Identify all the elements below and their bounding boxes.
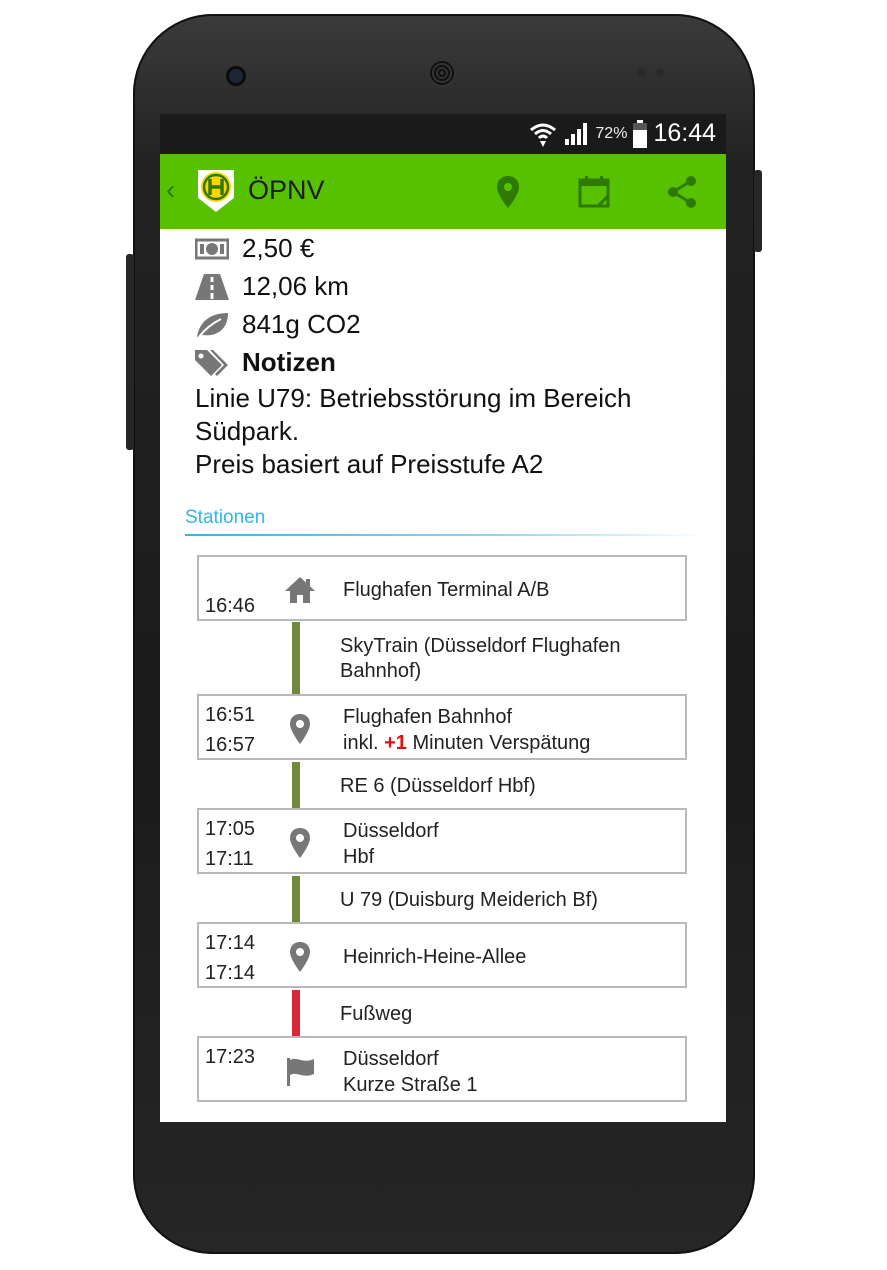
station-stop[interactable]: 17:05 17:11 Düsseldorf Hbf <box>197 808 687 874</box>
station-stop[interactable]: 16:51 16:57 Flughafen Bahnhof inkl. +1 M… <box>197 694 687 760</box>
leg-label: RE 6 (Düsseldorf Hbf) <box>340 774 536 799</box>
price-value: 2,50 € <box>242 233 315 263</box>
leg-segment: Fußweg <box>160 990 726 1038</box>
station-name-line: Flughafen Bahnhof <box>343 706 513 728</box>
battery-percent: 72% <box>595 124 628 142</box>
notes-text: Linie U79: Betriebsstörung im Bereich Sü… <box>195 382 695 481</box>
signal-icon <box>565 122 588 145</box>
volume-button <box>126 254 134 450</box>
map-pin-icon[interactable] <box>488 172 528 212</box>
arrival-time: 17:14 <box>205 932 256 954</box>
map-marker-icon <box>290 828 310 858</box>
leg-label-line: Fußweg <box>340 1003 413 1025</box>
banknote-icon <box>194 234 230 264</box>
leg-color-bar <box>292 876 300 924</box>
leg-label: SkyTrain (Düsseldorf Flughafen Bahnhof) <box>340 634 621 684</box>
flag-icon <box>287 1058 314 1086</box>
notes-line: Linie U79: Betriebsstörung im Bereich <box>195 383 632 413</box>
notes-line: Südpark. <box>195 416 300 446</box>
status-bar: 72% 16:44 <box>160 114 726 154</box>
action-bar: ‹ ÖPNV <box>160 154 726 229</box>
station-name: Heinrich-Heine-Allee <box>343 944 526 970</box>
co2-row: 841g CO2 <box>194 309 361 340</box>
distance-value: 12,06 km <box>242 271 349 301</box>
leg-color-bar <box>292 990 300 1038</box>
leg-segment: SkyTrain (Düsseldorf Flughafen Bahnhof) <box>160 622 726 696</box>
stations-section-title: Stationen <box>185 507 266 528</box>
departure-time: 16:46 <box>205 595 256 617</box>
arrival-time: 17:05 <box>205 818 256 840</box>
tags-icon <box>194 348 230 378</box>
leg-label-line: RE 6 (Düsseldorf Hbf) <box>340 775 536 797</box>
station-name-line: Düsseldorf <box>343 820 439 842</box>
station-name: Flughafen Terminal A/B <box>343 577 549 603</box>
delay-info: inkl. +1 Minuten Verspätung <box>343 730 590 756</box>
road-icon <box>194 272 230 302</box>
leg-label: Fußweg <box>340 1002 412 1027</box>
notes-heading-row: Notizen <box>194 347 336 378</box>
leg-color-bar <box>292 622 300 696</box>
leg-segment: U 79 (Duisburg Meiderich Bf) <box>160 876 726 924</box>
distance-row: 12,06 km <box>194 271 349 302</box>
delay-suffix: Minuten Verspätung <box>406 732 591 754</box>
departure-time: 17:14 <box>205 962 256 984</box>
station-stop[interactable]: 16:46 Flughafen Terminal A/B <box>197 555 687 621</box>
calendar-icon[interactable] <box>574 172 614 212</box>
price-row: 2,50 € <box>194 233 314 264</box>
leg-label-line: Bahnhof) <box>340 660 422 682</box>
section-divider <box>185 534 705 536</box>
earpiece-speaker <box>428 59 456 87</box>
home-icon <box>285 577 315 603</box>
departure-time: 16:57 <box>205 734 256 756</box>
status-time: 16:44 <box>653 119 716 147</box>
light-sensor <box>656 68 665 77</box>
leaf-icon <box>194 310 230 340</box>
station-name: Düsseldorf Hbf <box>343 818 439 870</box>
battery-icon <box>633 119 648 148</box>
co2-value: 841g CO2 <box>242 309 361 339</box>
station-name: Flughafen Bahnhof inkl. +1 Minuten Versp… <box>343 704 590 756</box>
share-icon[interactable] <box>662 172 702 212</box>
arrival-time: 16:51 <box>205 704 256 726</box>
station-name-line: Hbf <box>343 846 375 868</box>
delay-value: +1 <box>384 732 407 754</box>
station-stop[interactable]: 17:23 Düsseldorf Kurze Straße 1 <box>197 1036 687 1102</box>
front-camera <box>226 66 246 86</box>
station-stop[interactable]: 17:14 17:14 Heinrich-Heine-Allee <box>197 922 687 988</box>
station-name-line: Düsseldorf <box>343 1048 439 1070</box>
leg-label-line: U 79 (Duisburg Meiderich Bf) <box>340 889 598 911</box>
wifi-icon <box>530 123 557 147</box>
leg-label-line: SkyTrain (Düsseldorf Flughafen <box>340 635 621 657</box>
arrival-time: 17:23 <box>205 1046 256 1068</box>
station-name-line: Heinrich-Heine-Allee <box>343 946 527 968</box>
leg-color-bar <box>292 762 300 810</box>
delay-prefix: inkl. <box>343 732 385 754</box>
map-marker-icon <box>290 942 310 972</box>
chevron-left-icon[interactable]: ‹ <box>166 174 175 206</box>
notes-line: Preis basiert auf Preisstufe A2 <box>195 449 544 479</box>
notes-heading: Notizen <box>242 347 336 377</box>
station-name-line: Flughafen Terminal A/B <box>343 579 550 601</box>
screen: 72% 16:44 ‹ ÖPNV 2,50 € 12,06 km 841g CO… <box>160 114 726 1122</box>
app-title: ÖPNV <box>248 175 325 205</box>
leg-segment: RE 6 (Düsseldorf Hbf) <box>160 762 726 810</box>
leg-label: U 79 (Duisburg Meiderich Bf) <box>340 888 598 913</box>
power-button <box>754 170 762 252</box>
bus-stop-h-icon[interactable] <box>196 168 236 214</box>
departure-time: 17:11 <box>205 848 254 870</box>
station-name: Düsseldorf Kurze Straße 1 <box>343 1046 478 1098</box>
map-marker-icon <box>290 714 310 744</box>
proximity-sensor <box>637 68 646 77</box>
station-name-line: Kurze Straße 1 <box>343 1074 478 1096</box>
